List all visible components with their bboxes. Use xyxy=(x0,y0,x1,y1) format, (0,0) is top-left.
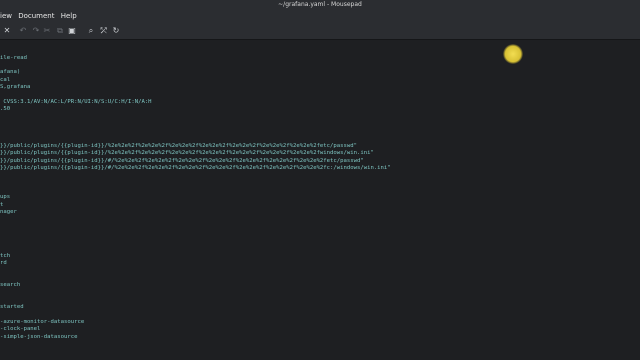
editor-line: ile-read xyxy=(0,54,27,61)
editor-line: S,grafana xyxy=(0,84,31,91)
editor-line: }}/public/plugins/{{plugin-id}}/#/%2e%2e… xyxy=(0,164,391,171)
undo-icon[interactable]: ↶ xyxy=(17,25,29,37)
editor-line: .50 xyxy=(0,106,11,113)
goto-icon[interactable]: ↻ xyxy=(110,25,122,37)
search-icon[interactable]: ⌕ xyxy=(85,25,97,37)
editor-line: -azure-monitor-datasource xyxy=(0,319,85,326)
editor-line: }}/public/plugins/{{plugin-id}}/#/%2e%2e… xyxy=(0,157,364,164)
close-icon[interactable]: ✕ xyxy=(1,25,13,37)
editor-line: rd xyxy=(0,260,7,267)
copy-icon[interactable]: ⧉ xyxy=(54,25,66,37)
paste-icon[interactable]: ▣ xyxy=(66,25,78,37)
cut-icon[interactable]: ✂ xyxy=(41,25,53,37)
editor-line: started xyxy=(0,304,24,311)
toolbar: ✕ ↶ ↷ ✂ ⧉ ▣ ⌕ ⤱ ↻ xyxy=(0,23,640,40)
editor-line: -clock-panel xyxy=(0,326,41,333)
menu-view[interactable]: iew xyxy=(0,10,12,23)
editor-line: }}/public/plugins/{{plugin-id}}/%2e%2e%2… xyxy=(0,142,357,149)
find-replace-icon[interactable]: ⤱ xyxy=(98,25,110,37)
pointer-highlight xyxy=(503,44,523,64)
text-editor-area[interactable]: ile-read afana) cal S,grafana CVSS:3.1/AV:N… xyxy=(0,40,640,360)
editor-line: -simple-json-datasource xyxy=(0,333,78,340)
editor-line: }}/public/plugins/{{plugin-id}}/%2e%2e%2… xyxy=(0,150,374,157)
editor-line: cal xyxy=(0,76,11,83)
editor-line: CVSS:3.1/AV:N/AC:L/PR:N/UI:N/S:U/C:H/I:N… xyxy=(0,98,152,105)
editor-line: t xyxy=(0,201,4,208)
window-title: ~/grafana.yaml - Mousepad xyxy=(0,0,640,10)
editor-line: ups xyxy=(0,194,11,201)
menu-help[interactable]: Help xyxy=(61,10,77,23)
menubar: iew Document Help xyxy=(0,10,640,23)
editor-line: nager xyxy=(0,208,17,215)
editor-line: tch xyxy=(0,252,11,259)
menu-document[interactable]: Document xyxy=(18,10,54,23)
editor-line: search xyxy=(0,282,21,289)
editor-line: afana) xyxy=(0,69,21,76)
